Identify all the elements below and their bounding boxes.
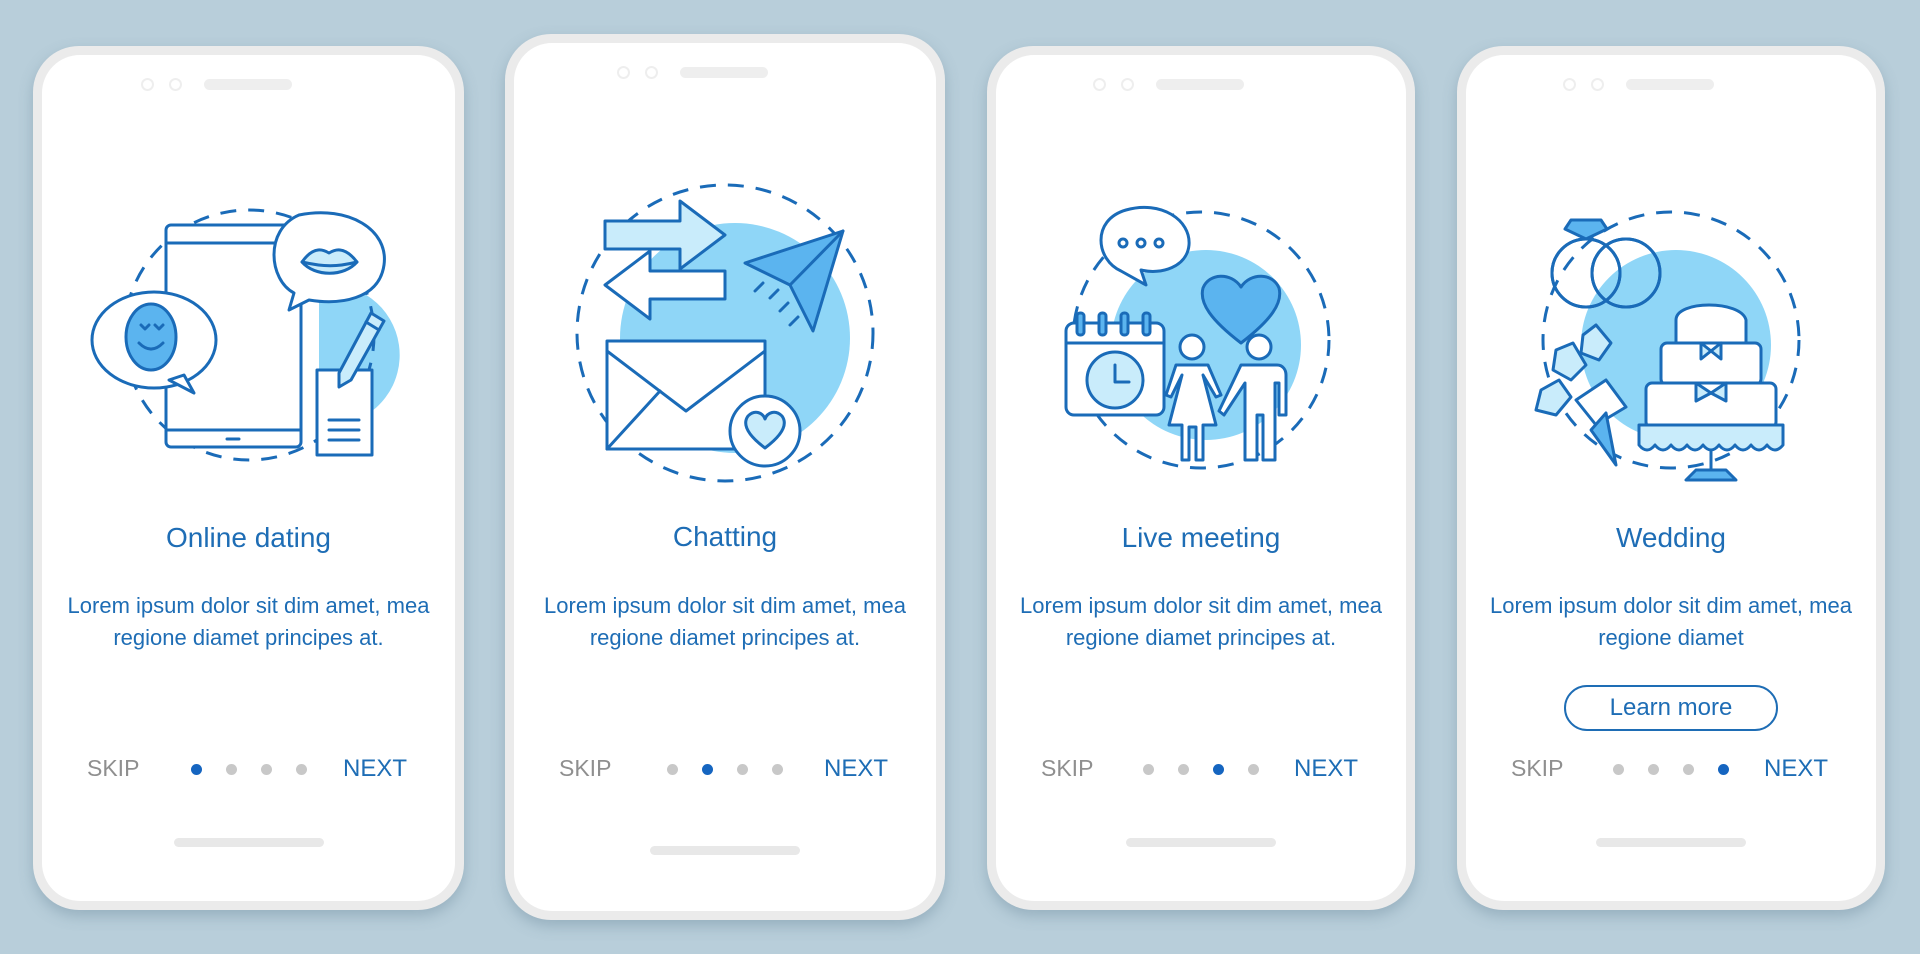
page-dot-1[interactable] (1613, 764, 1624, 775)
next-button[interactable]: NEXT (824, 755, 888, 783)
online-dating-icon (90, 208, 400, 462)
speaker-grille (1156, 79, 1244, 90)
onboarding-screen-wedding: Wedding Lorem ipsum dolor sit dim amet, … (1457, 46, 1885, 910)
speaker-grille (1626, 79, 1714, 90)
camera-icon (140, 78, 154, 91)
skip-button[interactable]: SKIP (1041, 755, 1093, 782)
screen-title: Online dating (165, 522, 331, 553)
chatting-illustration (514, 173, 936, 513)
camera-icon (617, 66, 630, 79)
camera-icon (1563, 78, 1576, 91)
screen-description: Lorem ipsum dolor sit dim amet, mea regi… (544, 593, 906, 650)
sensor-icon (168, 78, 182, 91)
page-indicator (190, 764, 307, 775)
skip-button[interactable]: SKIP (559, 755, 611, 782)
sensor-icon (1591, 78, 1604, 91)
pager: SKIP NEXT (514, 755, 936, 785)
page-dot-4-active[interactable] (1718, 764, 1729, 775)
live-meeting-icon (1064, 205, 1331, 470)
page-dot-2[interactable] (1178, 764, 1189, 775)
page-indicator (1613, 764, 1729, 775)
next-button[interactable]: NEXT (1764, 755, 1828, 783)
next-button[interactable]: NEXT (343, 755, 407, 783)
phone-notch (514, 65, 936, 81)
page-dot-4[interactable] (295, 764, 307, 775)
page-dot-1[interactable] (1143, 764, 1154, 775)
screen-description: Lorem ipsum dolor sit dim amet, mea regi… (1020, 593, 1382, 650)
home-indicator (173, 838, 324, 847)
next-button[interactable]: NEXT (1294, 755, 1358, 783)
page-indicator (667, 764, 783, 775)
page-dot-2[interactable] (225, 764, 237, 775)
online-dating-illustration (42, 175, 455, 515)
page-dot-4[interactable] (772, 764, 783, 775)
speaker-grille (680, 67, 768, 78)
phone-screen: Online dating Lorem ipsum dolor sit dim … (42, 55, 455, 901)
sensor-icon (645, 66, 658, 79)
pager: SKIP NEXT (996, 755, 1406, 785)
page-dot-3-active[interactable] (1213, 764, 1224, 775)
phone-screen: Chatting Lorem ipsum dolor sit dim amet,… (514, 43, 936, 911)
page-dot-3[interactable] (737, 764, 748, 775)
phone-notch (996, 77, 1406, 93)
page-dot-1[interactable] (667, 764, 678, 775)
onboarding-screen-online-dating: Online dating Lorem ipsum dolor sit dim … (33, 46, 464, 910)
screen-description: Lorem ipsum dolor sit dim amet, mea regi… (1490, 593, 1852, 650)
page-dot-4[interactable] (1248, 764, 1259, 775)
page-dot-1-active[interactable] (190, 764, 202, 775)
wedding-icon (1534, 210, 1801, 482)
pager: SKIP NEXT (42, 755, 455, 785)
onboarding-screen-chatting: Chatting Lorem ipsum dolor sit dim amet,… (505, 34, 945, 920)
page-indicator (1143, 764, 1259, 775)
phone-screen: Live meeting Lorem ipsum dolor sit dim a… (996, 55, 1406, 901)
speaker-grille (203, 79, 292, 90)
screen-title: Chatting (672, 521, 778, 552)
page-dot-2-active[interactable] (702, 764, 713, 775)
phone-screen: Wedding Lorem ipsum dolor sit dim amet, … (1466, 55, 1876, 901)
home-indicator (1596, 838, 1746, 847)
phone-notch (1466, 77, 1876, 93)
live-meeting-illustration (996, 175, 1406, 515)
phone-notch (42, 77, 455, 93)
wedding-illustration (1466, 175, 1876, 515)
skip-button[interactable]: SKIP (1511, 755, 1563, 782)
home-indicator (1126, 838, 1276, 847)
sensor-icon (1121, 78, 1134, 91)
page-dot-2[interactable] (1648, 764, 1659, 775)
home-indicator (650, 846, 800, 855)
page-dot-3[interactable] (260, 764, 272, 775)
screen-title: Wedding (1615, 522, 1726, 553)
screen-description: Lorem ipsum dolor sit dim amet, mea regi… (67, 593, 430, 650)
skip-button[interactable]: SKIP (87, 755, 139, 782)
pager: SKIP NEXT (1466, 755, 1876, 785)
screen-title: Live meeting (1121, 522, 1281, 553)
onboarding-screen-live-meeting: Live meeting Lorem ipsum dolor sit dim a… (987, 46, 1415, 910)
chatting-icon (575, 183, 875, 483)
learn-more-button[interactable]: Learn more (1564, 685, 1778, 731)
camera-icon (1093, 78, 1106, 91)
page-dot-3[interactable] (1683, 764, 1694, 775)
